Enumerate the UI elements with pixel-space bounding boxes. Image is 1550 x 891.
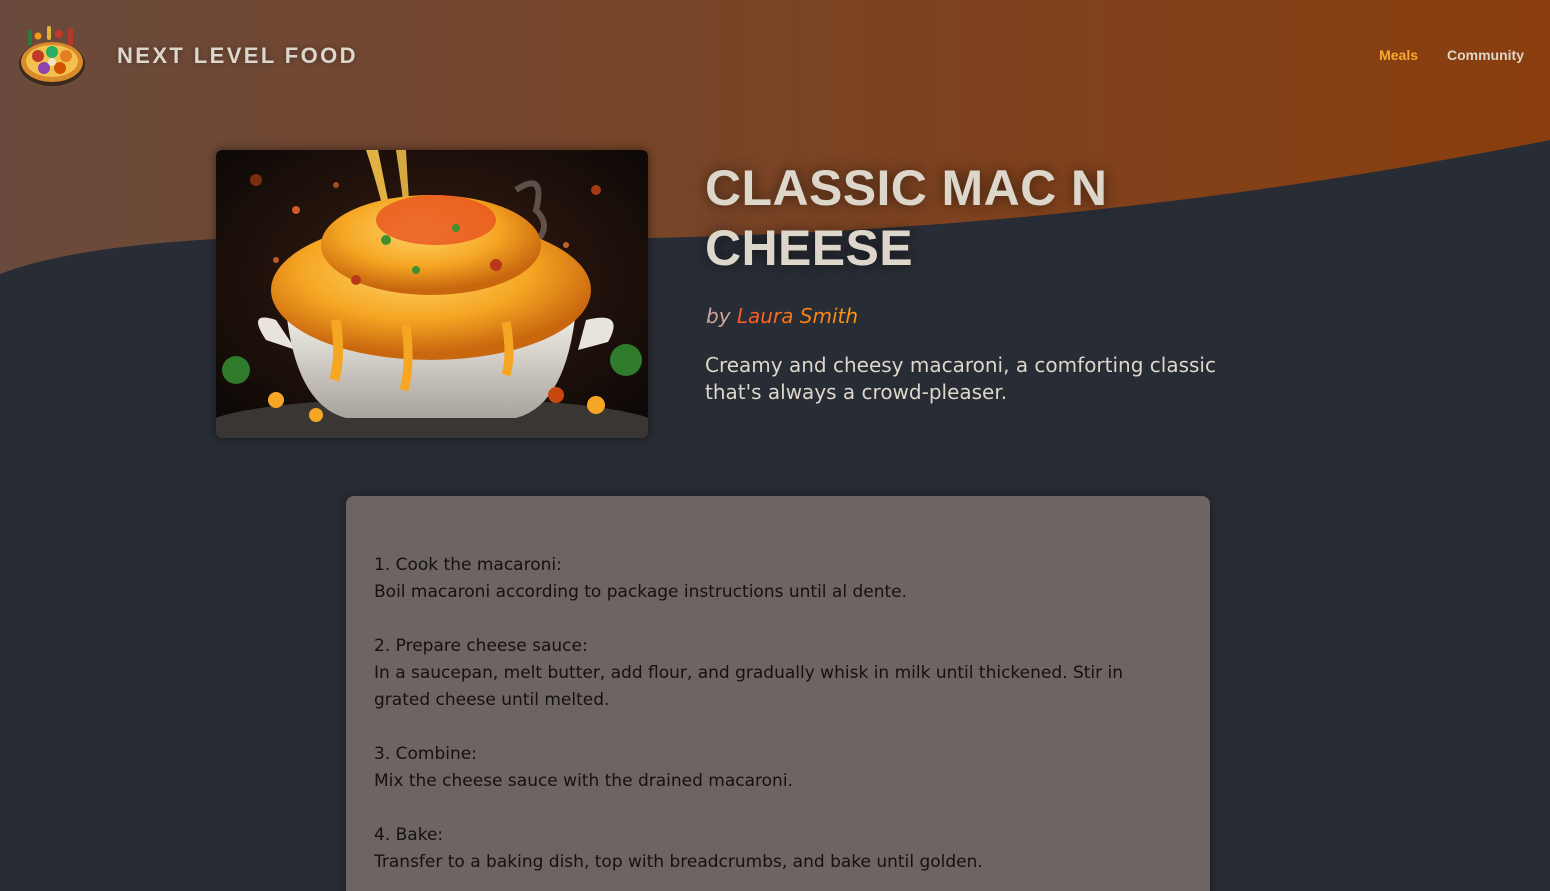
step-title: 2. Prepare cheese sauce: xyxy=(374,636,588,656)
instructions-panel: 1. Cook the macaroni: Boil macaroni acco… xyxy=(346,496,1210,891)
step-title: 3. Combine: xyxy=(374,744,477,764)
meal-title: CLASSIC MAC N CHEESE xyxy=(705,160,1108,276)
meal-image xyxy=(216,150,648,438)
step-body: Mix the cheese sauce with the drained ma… xyxy=(374,771,793,791)
step-body: In a saucepan, melt butter, add flour, a… xyxy=(374,663,1124,710)
meal-details-page: NEXT LEVEL FOOD Meals Community CLASSIC … xyxy=(0,0,1550,891)
step-title: 4. Bake: xyxy=(374,825,444,845)
step-body: Boil macaroni according to package instr… xyxy=(374,582,908,602)
nav-link-community[interactable]: Community xyxy=(1447,47,1524,63)
nav-link-meals[interactable]: Meals xyxy=(1379,47,1418,63)
creator-email-link[interactable]: Laura Smith xyxy=(737,304,858,328)
food-plate-logo-icon xyxy=(19,26,85,86)
by-label: by xyxy=(706,304,731,328)
instruction-step: 4. Bake: Transfer to a baking dish, top … xyxy=(374,822,1182,876)
brand-name: NEXT LEVEL FOOD xyxy=(117,43,358,68)
instruction-step: 1. Cook the macaroni: Boil macaroni acco… xyxy=(374,552,1182,606)
meal-summary: Creamy and cheesy macaroni, a comforting… xyxy=(705,353,1216,404)
home-logo-link[interactable]: NEXT LEVEL FOOD xyxy=(16,22,358,90)
instruction-step: 2. Prepare cheese sauce: In a saucepan, … xyxy=(374,633,1182,714)
main-header: NEXT LEVEL FOOD Meals Community xyxy=(0,0,1550,114)
mac-and-cheese-photo-icon xyxy=(216,150,648,438)
meal-creator: by Laura Smith xyxy=(706,304,858,328)
step-body: Transfer to a baking dish, top with brea… xyxy=(374,852,983,872)
main-nav: Meals Community xyxy=(1379,47,1524,63)
step-title: 1. Cook the macaroni: xyxy=(374,555,562,575)
instruction-step: 3. Combine: Mix the cheese sauce with th… xyxy=(374,741,1182,795)
instructions-content: 1. Cook the macaroni: Boil macaroni acco… xyxy=(346,496,1210,876)
